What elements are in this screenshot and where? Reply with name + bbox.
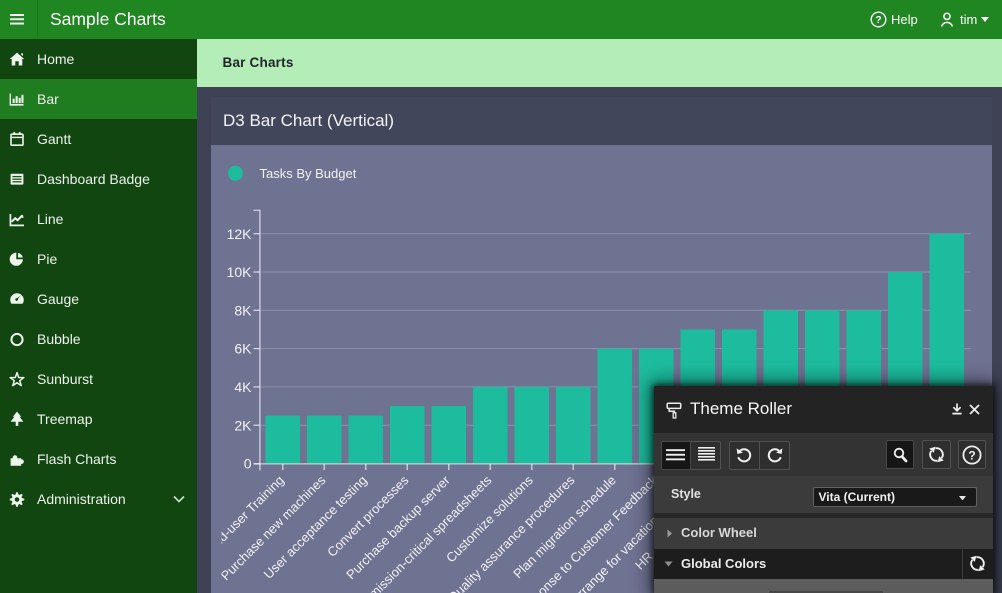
svg-text:?: ? [875,14,881,26]
svg-text:?: ? [969,448,976,462]
